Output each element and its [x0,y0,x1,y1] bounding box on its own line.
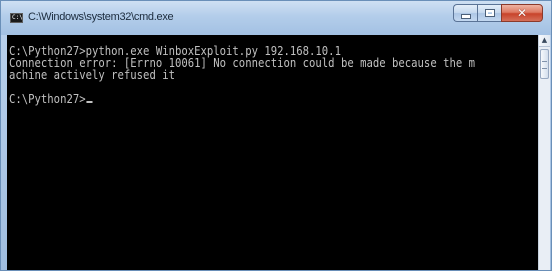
console-line: achine actively refused it [9,68,175,82]
prompt-line: C:\Python27> [9,93,93,105]
minimize-button[interactable] [453,4,477,22]
maximize-icon [484,9,495,17]
cmd-console-icon[interactable]: C:\ [10,13,23,23]
minimize-icon [460,13,471,19]
cmd-window: C:\ C:\Windows\system32\cmd.exe ✕ C:\Pyt… [0,0,552,271]
scroll-up-icon[interactable]: ▲ [539,35,550,47]
scroll-thumb[interactable] [540,49,549,79]
maximize-button[interactable] [477,4,501,22]
caption-buttons: ✕ [453,4,543,22]
close-icon: ✕ [516,6,528,20]
grip-icon [542,61,547,69]
vertical-scrollbar[interactable]: ▲ [538,35,550,270]
console-output[interactable]: C:\Python27>python.exe WinboxExploit.py … [7,35,538,270]
prompt-text: C:\Python27> [9,92,86,106]
title-bar[interactable]: C:\ C:\Windows\system32\cmd.exe ✕ [1,1,551,35]
window-title: C:\Windows\system32\cmd.exe [28,11,174,23]
close-button[interactable]: ✕ [501,4,543,22]
text-cursor [86,101,93,103]
